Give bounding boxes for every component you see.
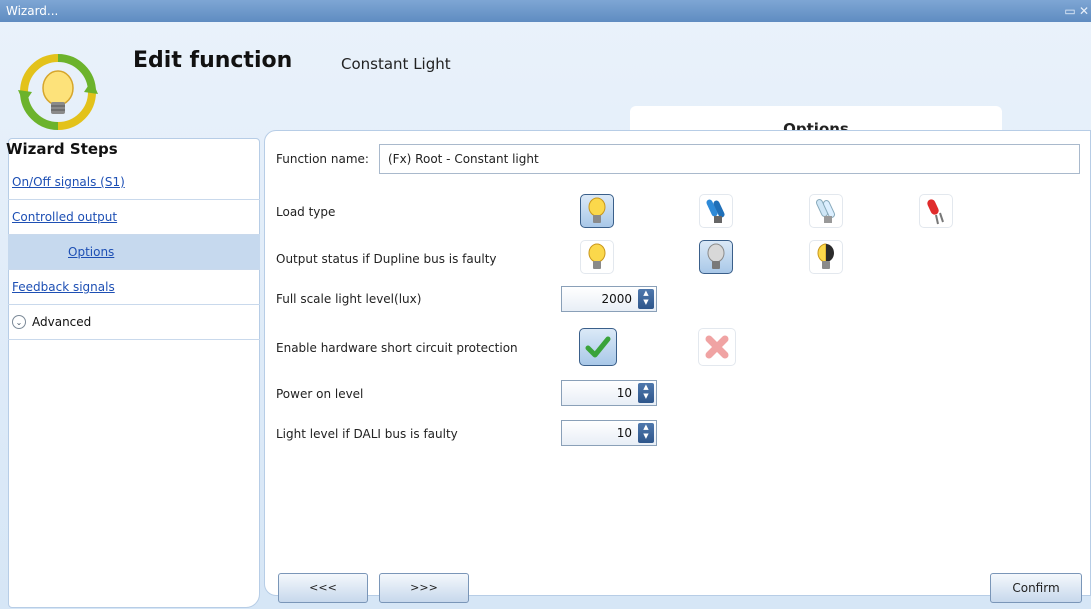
checkmark-icon: [585, 336, 611, 358]
advanced-label: Advanced: [32, 314, 92, 329]
options-panel: [264, 130, 1091, 596]
sidebar-link[interactable]: Controlled output: [12, 210, 117, 224]
function-name-label: Function name:: [276, 152, 369, 166]
power-on-value: 10: [616, 386, 632, 400]
bus-fault-off-button[interactable]: [699, 240, 733, 274]
confirm-button[interactable]: Confirm: [990, 573, 1082, 603]
short-circuit-enable-button[interactable]: [579, 328, 617, 366]
bus-fault-last-state-button[interactable]: [809, 240, 843, 274]
title-bar: Wizard... ▭ ✕: [0, 0, 1091, 22]
load-type-led-button[interactable]: [919, 194, 953, 228]
dali-fault-value: 10: [616, 426, 632, 440]
header: Edit function Constant Light Options: [0, 22, 1091, 154]
bus-fault-on-button[interactable]: [580, 240, 614, 274]
red-led-icon: [927, 199, 944, 225]
blue-tube-icon: [706, 199, 725, 223]
power-on-stepper[interactable]: 10 ▲ ▼: [561, 380, 657, 406]
minimize-icon[interactable]: ▭: [1063, 0, 1077, 22]
page-title: Edit function: [133, 48, 293, 73]
wizard-steps-list: On/Off signals (S1) Controlled output Op…: [8, 165, 260, 340]
wizard-steps-heading: Wizard Steps: [6, 140, 118, 158]
cfl-icon: [815, 199, 836, 223]
wizard-window: Wizard... ▭ ✕ Edit function Constant Ligh…: [0, 0, 1091, 609]
sidebar-link[interactable]: Options: [12, 245, 114, 259]
sidebar-item-controlled-output[interactable]: Controlled output: [8, 200, 260, 235]
chevron-down-icon: ⌄: [12, 315, 26, 329]
spin-arrows-icon[interactable]: ▲ ▼: [638, 383, 654, 403]
close-icon[interactable]: ✕: [1077, 0, 1091, 22]
cross-icon: [705, 335, 729, 359]
sidebar-item-feedback-signals[interactable]: Feedback signals: [8, 270, 260, 305]
bulb-off-icon: [707, 243, 725, 269]
full-scale-stepper[interactable]: 2000 ▲ ▼: [561, 286, 657, 312]
function-name-field[interactable]: (Fx) Root - Constant light: [379, 144, 1080, 174]
dali-fault-label: Light level if DALI bus is faulty: [276, 427, 458, 441]
sidebar-link[interactable]: On/Off signals (S1): [12, 175, 125, 189]
load-type-fluorescent-button[interactable]: [699, 194, 733, 228]
load-type-cfl-button[interactable]: [809, 194, 843, 228]
dali-fault-stepper[interactable]: 10 ▲ ▼: [561, 420, 657, 446]
window-title: Wizard...: [6, 4, 59, 18]
next-button[interactable]: >>>: [379, 573, 469, 603]
spin-arrows-icon[interactable]: ▲ ▼: [638, 423, 654, 443]
previous-button[interactable]: <<<: [278, 573, 368, 603]
sidebar-link[interactable]: Feedback signals: [12, 280, 115, 294]
spin-arrows-icon[interactable]: ▲ ▼: [638, 289, 654, 309]
bus-fault-label: Output status if Dupline bus is faulty: [276, 252, 497, 266]
short-circuit-disable-button[interactable]: [698, 328, 736, 366]
sidebar-item-options[interactable]: Options: [8, 235, 260, 270]
short-circuit-label: Enable hardware short circuit protection: [276, 341, 518, 355]
sidebar-item-on-off-signals[interactable]: On/Off signals (S1): [8, 165, 260, 200]
constant-light-logo-icon: [18, 54, 98, 130]
load-type-label: Load type: [276, 205, 336, 219]
load-type-incandescent-button[interactable]: [580, 194, 614, 228]
function-type: Constant Light: [341, 55, 451, 73]
incandescent-bulb-icon: [588, 197, 606, 223]
bulb-on-icon: [588, 243, 606, 269]
power-on-label: Power on level: [276, 387, 364, 401]
bulb-half-icon: [817, 243, 834, 269]
advanced-expander[interactable]: ⌄ Advanced: [8, 305, 260, 340]
full-scale-label: Full scale light level(lux): [276, 292, 422, 306]
full-scale-value: 2000: [601, 292, 632, 306]
